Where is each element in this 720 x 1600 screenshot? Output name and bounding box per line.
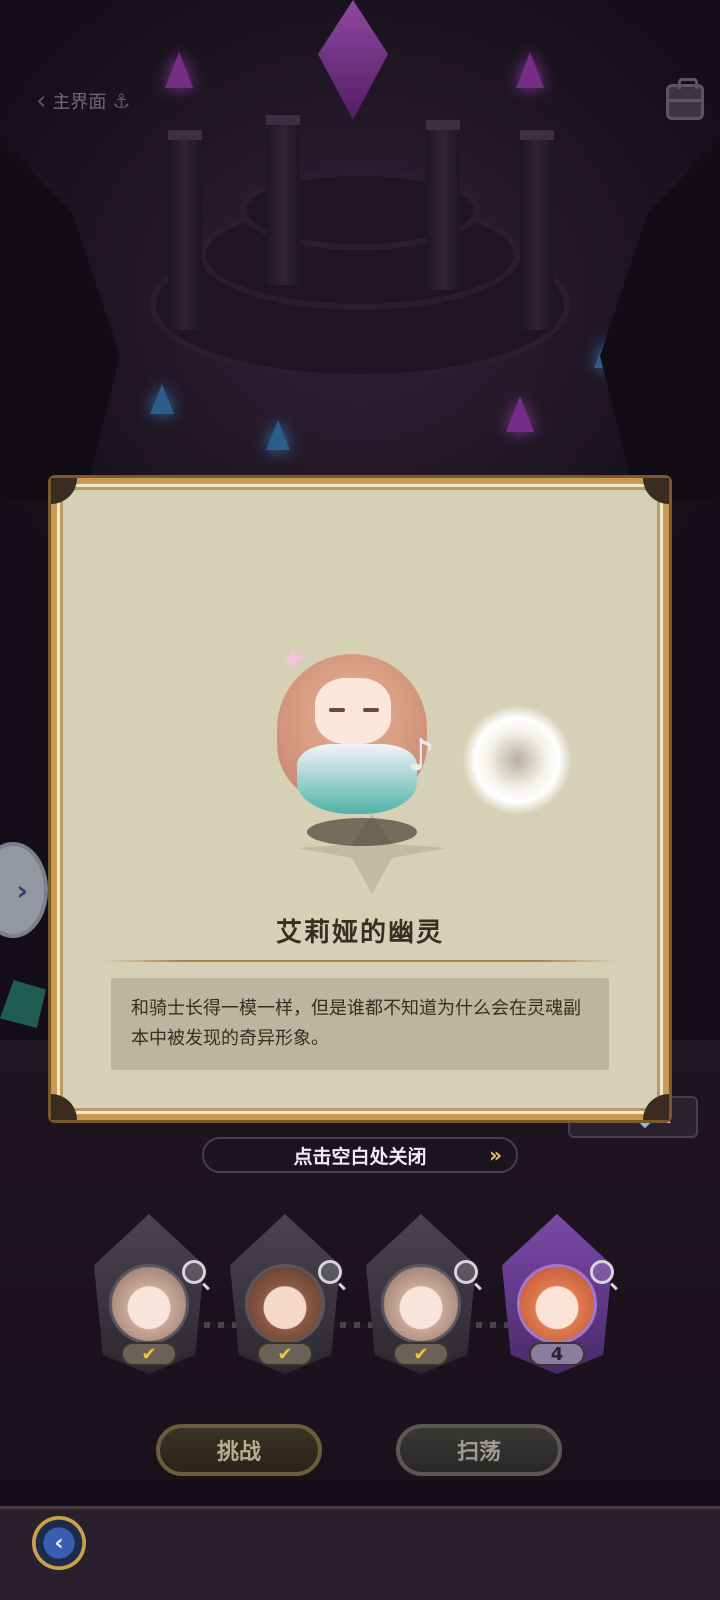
challenge-button[interactable]: 挑战 [156, 1424, 322, 1476]
double-chevron-icon: » [489, 1143, 502, 1167]
bottom-back-button[interactable]: ‹ [32, 1516, 86, 1570]
character-face [315, 678, 391, 744]
close-hint-button[interactable]: 点击空白处关闭 » [202, 1137, 518, 1173]
card-corner [51, 478, 77, 504]
title-divider [105, 960, 615, 962]
harp-icon: ♪ [407, 730, 436, 781]
avatar [517, 1264, 597, 1344]
character-eye [363, 708, 379, 712]
stage-node[interactable]: ✔ [94, 1214, 206, 1374]
card-corner [643, 1094, 669, 1120]
cleared-check-badge: ✔ [121, 1342, 177, 1366]
stage-node[interactable]: ✔ [366, 1214, 478, 1374]
stage-node[interactable]: ✔ [230, 1214, 342, 1374]
card-corner [643, 478, 669, 504]
star-hairpin-icon: ✦ [279, 640, 308, 680]
magnifier-icon[interactable] [454, 1260, 478, 1284]
stage-node-current[interactable]: 4 [502, 1214, 614, 1374]
card-description: 和骑士长得一模一样，但是谁都不知道为什么会在灵魂副本中被发现的奇异形象。 [111, 978, 609, 1070]
glow-orb [463, 706, 571, 814]
sweep-button[interactable]: 扫荡 [396, 1424, 562, 1476]
character-portrait: ✦ ♪ [217, 634, 577, 894]
info-card: ✦ ♪ 艾莉娅的幽灵 和骑士长得一模一样，但是谁都不知道为什么会在灵魂副本中被发… [51, 478, 669, 1120]
cleared-check-badge: ✔ [393, 1342, 449, 1366]
character-body [297, 744, 417, 814]
avatar [381, 1264, 461, 1344]
stage-number-badge: 4 [529, 1342, 585, 1366]
cleared-check-badge: ✔ [257, 1342, 313, 1366]
chevron-left-icon: ‹ [54, 1530, 64, 1556]
character-eye [329, 708, 345, 712]
magnifier-icon[interactable] [590, 1260, 614, 1284]
close-hint-label: 点击空白处关闭 [293, 1145, 427, 1168]
character-shadow [307, 818, 417, 846]
avatar [245, 1264, 325, 1344]
card-title: 艾莉娅的幽灵 [275, 918, 444, 948]
bottom-bar [0, 1506, 720, 1600]
avatar [109, 1264, 189, 1344]
magnifier-icon[interactable] [182, 1260, 206, 1284]
magnifier-icon[interactable] [318, 1260, 342, 1284]
card-corner [51, 1094, 77, 1120]
